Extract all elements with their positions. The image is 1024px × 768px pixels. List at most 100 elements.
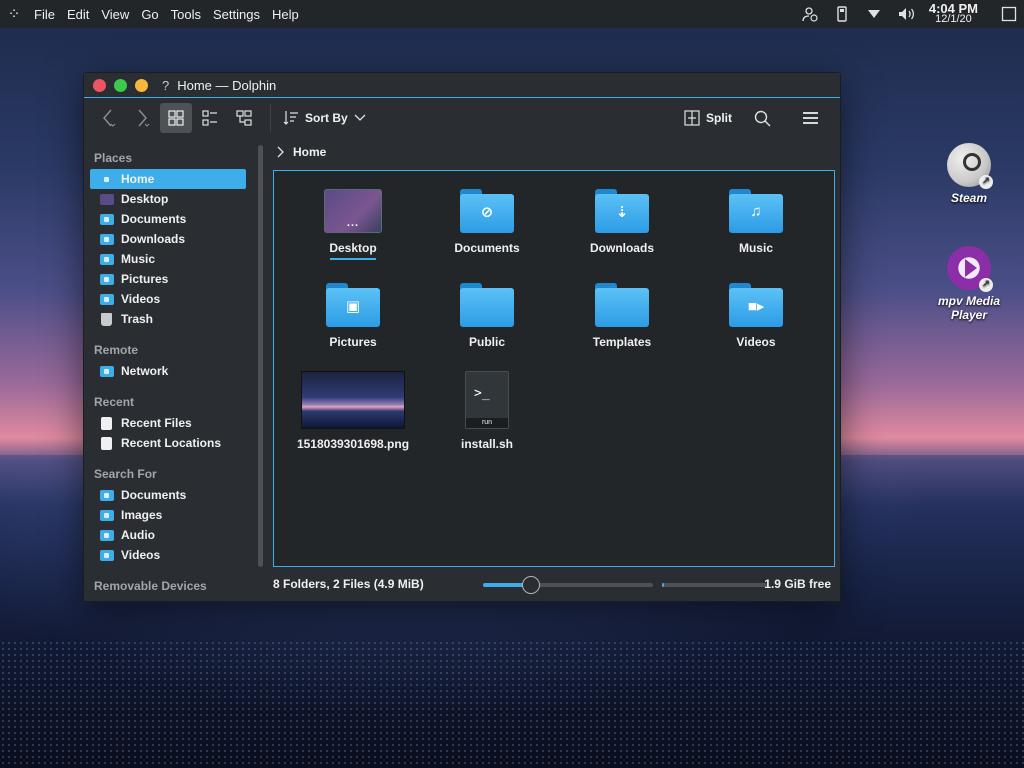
menu-tools[interactable]: Tools — [165, 7, 207, 22]
videos-folder-icon — [100, 549, 114, 561]
file-item-videos[interactable]: ■▸ Videos — [696, 283, 816, 349]
details-view-button[interactable] — [228, 103, 260, 133]
window-minimize-button[interactable] — [135, 78, 148, 92]
sidebar-item-downloads[interactable]: Downloads — [90, 229, 246, 249]
network-triangle-icon[interactable] — [865, 5, 883, 23]
show-desktop-icon[interactable] — [1000, 5, 1018, 23]
sidebar-item-label: Recent Locations — [121, 436, 222, 450]
sidebar-item-label: Images — [121, 508, 163, 522]
zoom-slider[interactable] — [483, 576, 653, 594]
menu-view[interactable]: View — [95, 7, 135, 22]
window-maximize-button[interactable] — [114, 78, 127, 92]
file-item-png[interactable]: 1518039301698.png — [293, 371, 413, 451]
desktop-icon-mpv[interactable]: ↗ mpv Media Player — [929, 246, 1009, 322]
sidebar-item-search-documents[interactable]: Documents — [90, 485, 246, 505]
window-close-button[interactable] — [93, 78, 106, 92]
focus-underline — [330, 258, 376, 260]
pictures-folder-icon — [100, 273, 114, 285]
places-scrollbar[interactable] — [258, 145, 263, 567]
videos-folder-icon — [100, 293, 114, 305]
sort-icon — [283, 111, 298, 125]
sidebar-item-videos[interactable]: Videos — [90, 289, 246, 309]
tree-view-icon — [236, 110, 252, 126]
volume-icon[interactable] — [897, 5, 915, 23]
menu-go[interactable]: Go — [135, 7, 164, 22]
sidebar-item-label: Videos — [121, 292, 161, 306]
window-titlebar[interactable]: ? Home — Dolphin — [84, 73, 840, 98]
file-item-pictures[interactable]: ▣ Pictures — [293, 283, 413, 349]
window-body: Places Home Desktop Documents Downloads … — [84, 139, 840, 601]
terminal-prompt-glyph: >_ — [474, 386, 490, 401]
search-icon — [754, 110, 770, 126]
sidebar-item-trash[interactable]: Trash — [90, 309, 246, 329]
sidebar-item-label: Music — [121, 252, 156, 266]
image-thumbnail — [301, 371, 405, 429]
sidebar-item-label: Trash — [121, 312, 154, 326]
file-item-label: Videos — [736, 335, 776, 349]
back-button[interactable] — [92, 103, 124, 133]
sidebar-item-pictures[interactable]: Pictures — [90, 269, 246, 289]
free-space-bar — [662, 583, 767, 587]
dolphin-window: ? Home — Dolphin Sort By Split Places Ho… — [83, 72, 841, 602]
sidebar-item-label: Home — [121, 172, 155, 186]
places-heading: Places — [94, 151, 133, 165]
file-icon-view[interactable]: ... Desktop ⊘ Documents ⇣ Downloads ♫ Mu… — [273, 170, 835, 567]
recent-files-icon — [101, 416, 112, 430]
top-panel: ⁘ File Edit View Go Tools Settings Help … — [0, 0, 1024, 28]
places-panel: Places Home Desktop Documents Downloads … — [84, 139, 249, 601]
file-item-label: Music — [738, 241, 773, 255]
compact-view-icon — [202, 110, 217, 126]
file-item-templates[interactable]: Templates — [562, 283, 682, 349]
sort-by-button[interactable]: Sort By — [283, 110, 366, 126]
chevron-left-icon — [103, 109, 116, 127]
sidebar-item-desktop[interactable]: Desktop — [90, 189, 246, 209]
file-item-desktop[interactable]: ... Desktop — [293, 189, 413, 260]
sidebar-item-recent-files[interactable]: Recent Files — [90, 413, 246, 433]
sidebar-item-search-images[interactable]: Images — [90, 505, 246, 525]
sidebar-item-network[interactable]: Network — [90, 361, 246, 381]
zoom-slider-handle[interactable] — [521, 576, 540, 594]
sidebar-item-music[interactable]: Music — [90, 249, 246, 269]
file-item-public[interactable]: Public — [427, 283, 547, 349]
sidebar-item-search-videos[interactable]: Videos — [90, 545, 246, 565]
toolbar-right-group: Split — [684, 103, 828, 133]
usb-device-icon[interactable] — [833, 5, 851, 23]
sidebar-item-documents[interactable]: Documents — [90, 209, 246, 229]
desktop-icon-steam[interactable]: ↗ Steam — [929, 143, 1009, 205]
sidebar-item-recent-locations[interactable]: Recent Locations — [90, 433, 246, 453]
digital-clock[interactable]: 4:04 PM 12/1/20 — [929, 2, 978, 25]
compact-view-button[interactable] — [194, 103, 226, 133]
hamburger-menu-button[interactable] — [794, 103, 826, 133]
split-view-icon — [684, 110, 700, 126]
file-item-install-sh[interactable]: >_ run install.sh — [427, 371, 547, 451]
desktop-icon — [100, 193, 114, 205]
menu-help[interactable]: Help — [266, 7, 305, 22]
file-item-downloads[interactable]: ⇣ Downloads — [562, 189, 682, 255]
chevron-down-icon — [354, 114, 366, 121]
status-bar: 8 Folders, 2 Files (4.9 MiB) 1.9 GiB fre… — [273, 571, 835, 597]
file-item-documents[interactable]: ⊘ Documents — [427, 189, 547, 255]
split-view-label: Split — [706, 111, 732, 125]
application-launcher-icon[interactable]: ⁘ — [0, 0, 28, 28]
breadcrumb-home[interactable]: Home — [293, 145, 326, 159]
icons-view-button[interactable] — [160, 103, 192, 133]
menu-file[interactable]: File — [28, 7, 61, 22]
documents-folder-icon: ⊘ — [460, 189, 514, 233]
split-view-button[interactable]: Split — [684, 110, 732, 126]
link-arrow-icon: ↗ — [979, 175, 993, 189]
file-item-music[interactable]: ♫ Music — [696, 189, 816, 255]
sidebar-item-label: Network — [121, 364, 169, 378]
menu-settings[interactable]: Settings — [207, 7, 266, 22]
downloads-folder-icon: ⇣ — [595, 189, 649, 233]
search-button[interactable] — [746, 103, 778, 133]
sidebar-item-label: Documents — [121, 212, 187, 226]
file-item-label: Public — [468, 335, 505, 349]
forward-button[interactable] — [126, 103, 158, 133]
menu-edit[interactable]: Edit — [61, 7, 95, 22]
user-switch-icon[interactable] — [801, 5, 819, 23]
sidebar-item-home[interactable]: Home — [90, 169, 246, 189]
music-folder-icon: ♫ — [729, 189, 783, 233]
grid-view-icon — [168, 110, 184, 126]
context-help-button[interactable]: ? — [162, 78, 169, 93]
sidebar-item-search-audio[interactable]: Audio — [90, 525, 246, 545]
